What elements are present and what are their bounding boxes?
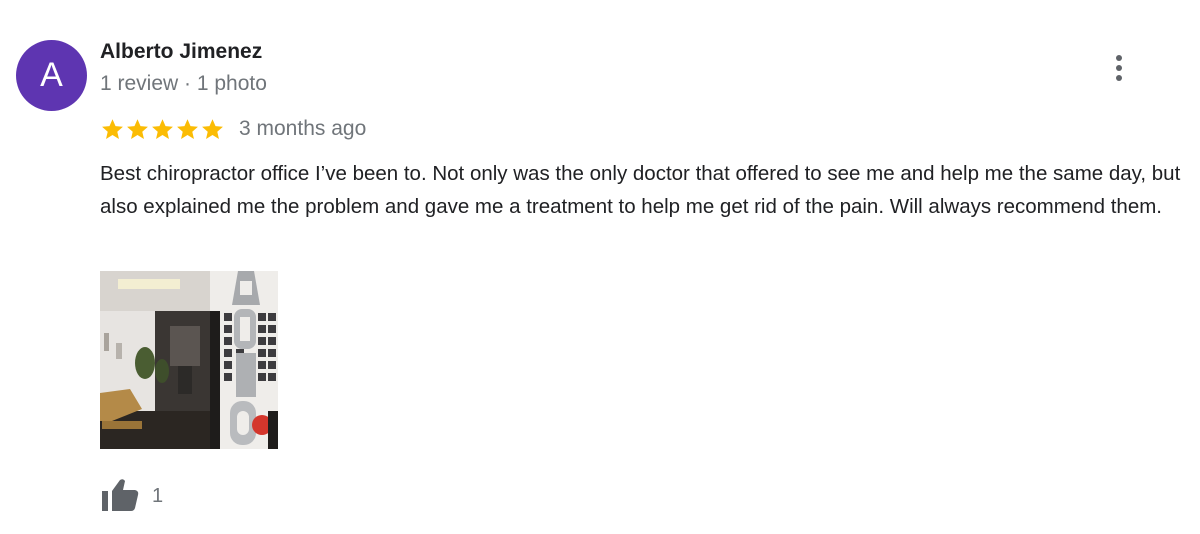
- review-photo[interactable]: [100, 271, 278, 449]
- star-icon: [152, 118, 173, 139]
- thumbs-up-icon: [102, 479, 139, 511]
- author-meta: 1 review · 1 photo: [100, 72, 267, 95]
- like-count: 1: [152, 484, 164, 507]
- like-button[interactable]: [100, 476, 140, 516]
- like-row: 1: [100, 476, 163, 516]
- star-icon: [102, 118, 123, 139]
- star-icon: [177, 118, 198, 139]
- star-rating: [100, 117, 225, 142]
- more-vert-icon: [1116, 55, 1122, 81]
- more-options-button[interactable]: [1104, 52, 1134, 86]
- star-icon: [127, 118, 148, 139]
- review-photo-thumbnail: [100, 271, 278, 449]
- rating-row: 3 months ago: [100, 113, 366, 145]
- review-time: 3 months ago: [239, 117, 367, 140]
- avatar[interactable]: A: [16, 40, 87, 111]
- author-name[interactable]: Alberto Jimenez: [100, 40, 262, 64]
- review-text: Best chiropractor office I’ve been to. N…: [100, 162, 1181, 218]
- star-icon: [202, 118, 223, 139]
